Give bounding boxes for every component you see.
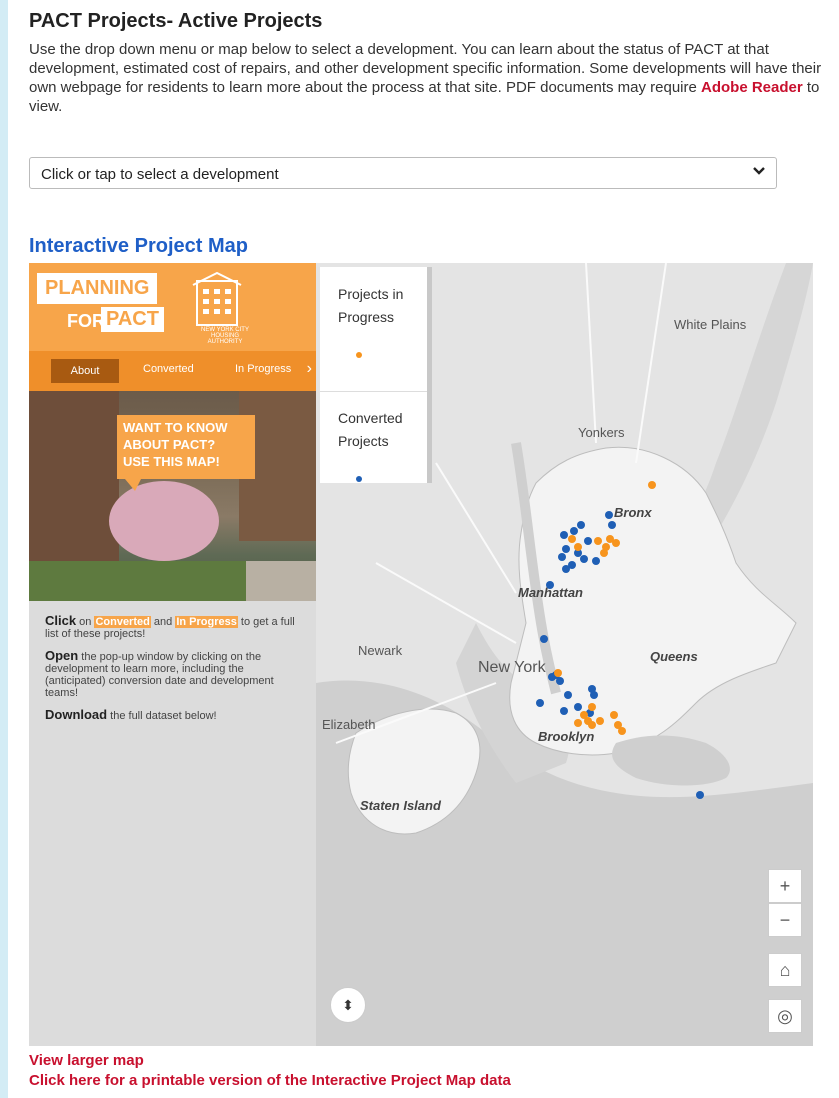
- info-click-on: on: [76, 616, 95, 628]
- label-bronx: Bronx: [614, 505, 652, 520]
- callout-bubble: WANT TO KNOW ABOUT PACT? USE THIS MAP!: [117, 415, 255, 479]
- home-button[interactable]: ⌂: [768, 953, 802, 987]
- label-newark: Newark: [358, 643, 403, 658]
- intro-paragraph: Use the drop down menu or map below to s…: [29, 40, 829, 116]
- housing-photo: WANT TO KNOW ABOUT PACT? USE THIS MAP!: [29, 391, 316, 601]
- side-panel-nav: About Converted In Progress ›: [29, 351, 316, 391]
- bubble-line-1: WANT TO KNOW: [123, 420, 228, 435]
- info-download-tail: the full dataset below!: [107, 710, 217, 722]
- development-select[interactable]: Click or tap to select a development: [29, 157, 777, 189]
- highlight-in-progress: In Progress: [175, 616, 238, 628]
- locate-button[interactable]: ◎: [768, 999, 802, 1033]
- printable-data-link[interactable]: Click here for a printable version of th…: [29, 1072, 511, 1089]
- info-open: Open the pop-up window by clicking on th…: [45, 648, 303, 699]
- side-panel-header: PLANNING FOR PACT NEW YORK CITY HOUSING …: [29, 263, 316, 391]
- development-select-value: Click or tap to select a development: [41, 166, 279, 183]
- legend-in-progress-line-2: Progress: [338, 309, 395, 325]
- legend-in-progress-dot: [356, 352, 362, 358]
- tab-in-progress[interactable]: In Progress: [235, 363, 291, 375]
- info-download: Download the full dataset below!: [45, 707, 303, 722]
- legend-converted-line-2: Projects: [338, 433, 389, 449]
- zoom-in-button[interactable]: +: [768, 869, 802, 903]
- logo-for: FOR: [67, 311, 105, 331]
- photo-building-left: [29, 391, 119, 561]
- bubble-line-2: ABOUT PACT?: [123, 437, 216, 452]
- tab-converted[interactable]: Converted: [143, 363, 194, 375]
- label-brooklyn: Brooklyn: [538, 729, 595, 744]
- photo-tree: [109, 481, 219, 561]
- side-panel-info: Click on Converted and In Progress to ge…: [45, 613, 303, 732]
- photo-path: [246, 561, 316, 601]
- legend-converted-dot: [356, 476, 362, 482]
- map-legend: Projects in Progress Converted Projects: [320, 267, 432, 483]
- zoom-out-button[interactable]: −: [768, 903, 802, 937]
- map-heading: Interactive Project Map: [29, 235, 248, 257]
- callout-tail: [125, 479, 141, 491]
- info-click-word: Click: [45, 613, 77, 628]
- highlight-converted: Converted: [94, 616, 151, 628]
- side-panel: PLANNING FOR PACT NEW YORK CITY HOUSING …: [29, 263, 316, 1046]
- map-view[interactable]: Projects in Progress Converted Projects …: [316, 263, 813, 1046]
- page: PACT Projects- Active Projects Use the d…: [8, 0, 839, 1098]
- label-queens: Queens: [650, 649, 698, 664]
- legend-divider: [320, 391, 427, 392]
- label-manhattan: Manhattan: [518, 585, 583, 600]
- nycha-wordmark: NEW YORK CITY HOUSING AUTHORITY: [201, 327, 249, 345]
- legend-converted-line-1: Converted: [338, 410, 403, 426]
- bubble-line-3: USE THIS MAP!: [123, 454, 220, 469]
- nycha-building-icon: [189, 271, 245, 327]
- adobe-reader-link[interactable]: Adobe Reader: [701, 79, 803, 96]
- info-and: and: [150, 616, 176, 628]
- chevron-down-icon: [752, 164, 766, 182]
- view-larger-map-link[interactable]: View larger map: [29, 1052, 144, 1069]
- logo-pact: PACT: [101, 307, 164, 332]
- label-yonkers: Yonkers: [578, 425, 625, 440]
- label-staten-island: Staten Island: [360, 798, 441, 813]
- chevron-right-icon[interactable]: ›: [307, 360, 312, 378]
- page-title: PACT Projects- Active Projects: [29, 10, 323, 32]
- info-open-tail: the pop-up window by clicking on the dev…: [45, 651, 274, 699]
- legend-in-progress-line-1: Projects in: [338, 286, 404, 302]
- info-download-word: Download: [45, 707, 108, 722]
- tab-about[interactable]: About: [51, 359, 119, 383]
- interactive-map: PLANNING FOR PACT NEW YORK CITY HOUSING …: [29, 263, 813, 1046]
- compass-icon[interactable]: ⬍: [330, 987, 366, 1023]
- logo-planning: PLANNING: [37, 273, 158, 304]
- info-open-word: Open: [45, 648, 79, 663]
- planning-for-pact-logo: PLANNING FOR PACT: [37, 273, 167, 339]
- label-white-plains: White Plains: [674, 317, 747, 332]
- info-click: Click on Converted and In Progress to ge…: [45, 613, 303, 640]
- label-elizabeth: Elizabeth: [322, 717, 376, 732]
- label-new-york: New York: [478, 659, 546, 676]
